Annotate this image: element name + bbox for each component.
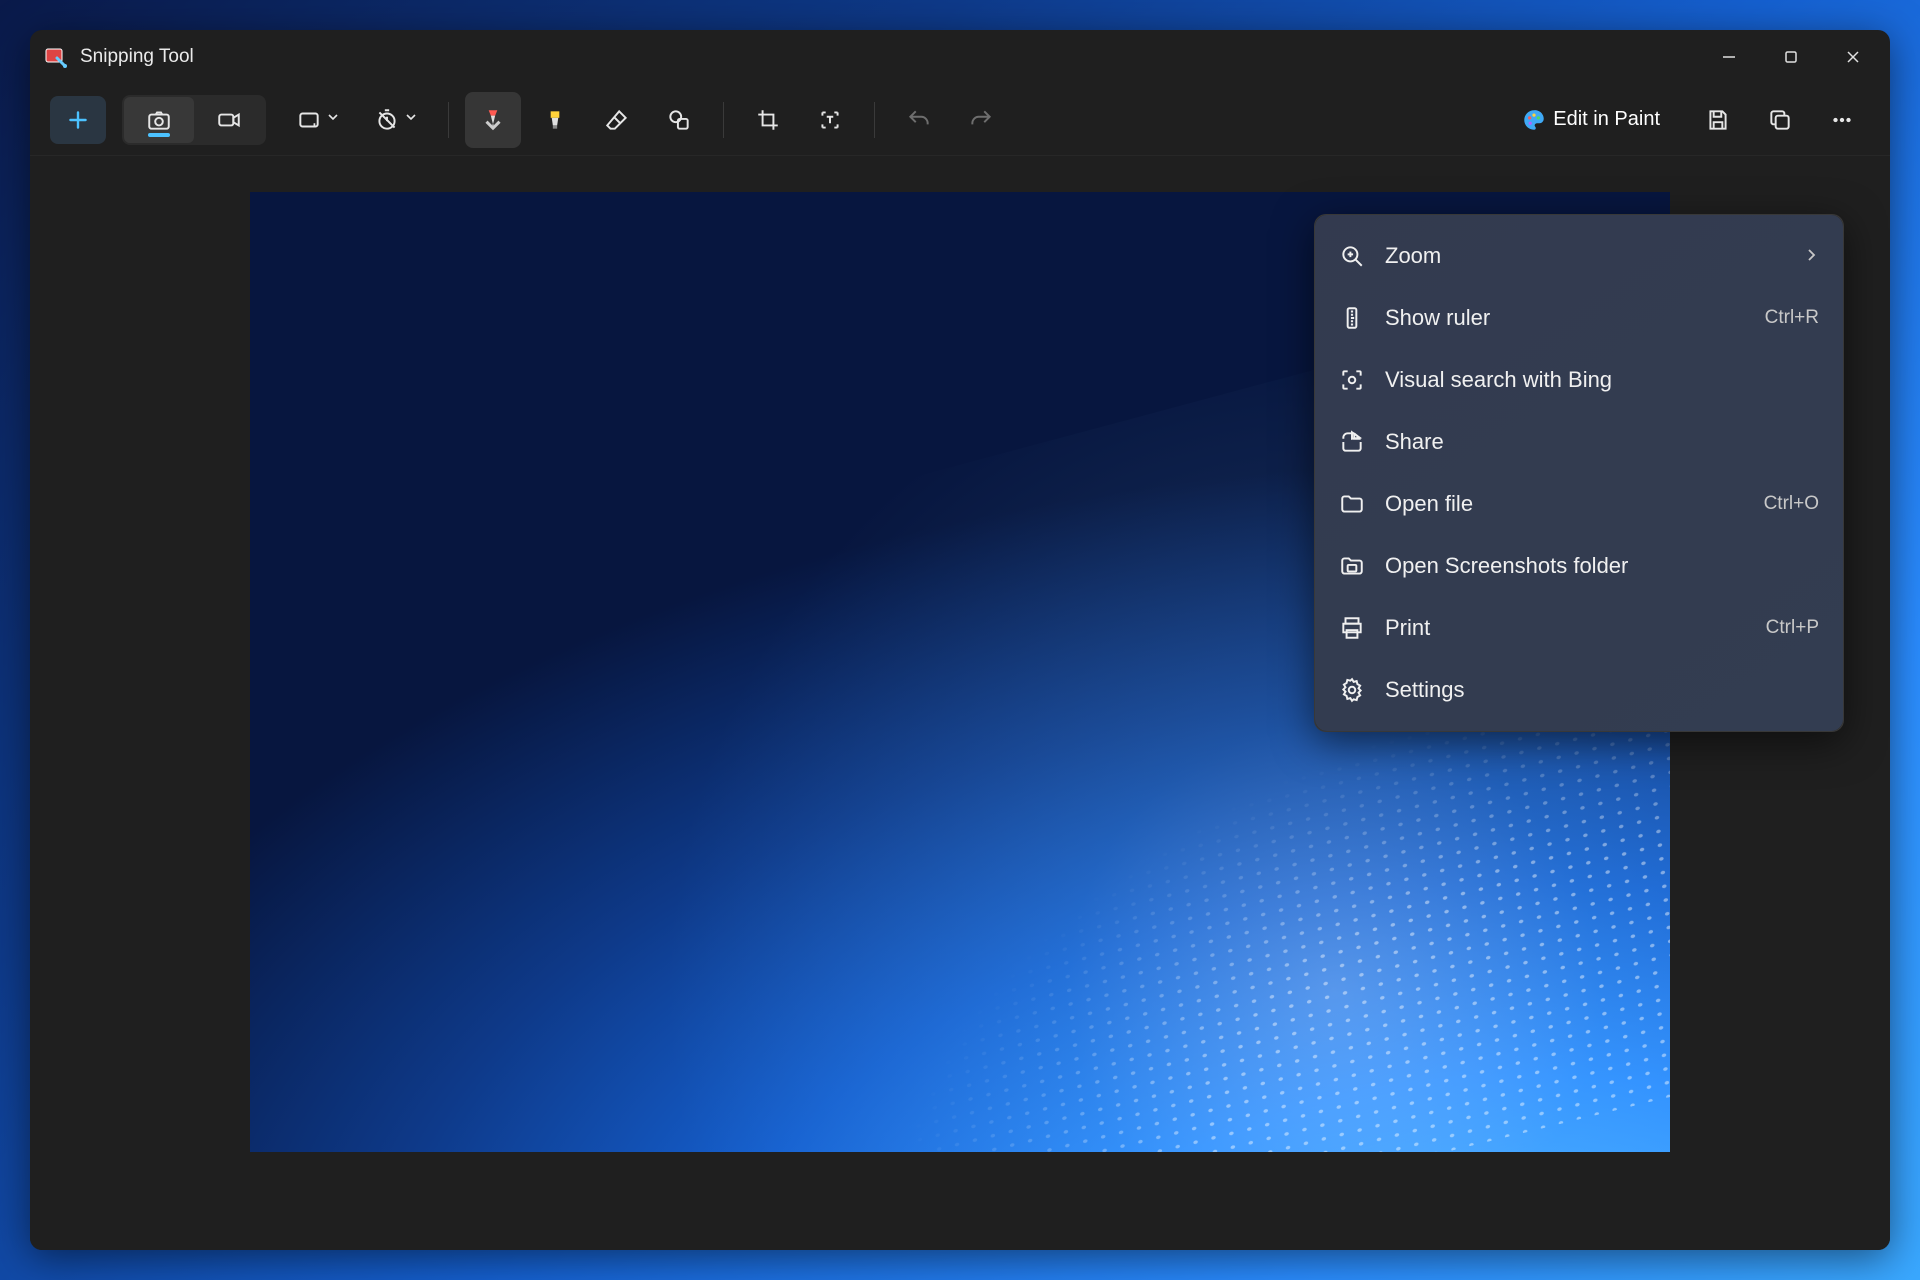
app-icon bbox=[44, 45, 68, 69]
copy-button[interactable] bbox=[1752, 96, 1808, 144]
app-window: Snipping Tool bbox=[30, 30, 1890, 1250]
redo-icon bbox=[968, 107, 994, 133]
eraser-tool-button[interactable] bbox=[589, 96, 645, 144]
video-icon bbox=[216, 107, 242, 133]
snip-mode-button[interactable] bbox=[124, 97, 194, 143]
toolbar-divider bbox=[723, 102, 724, 138]
timer-off-icon bbox=[374, 107, 400, 133]
print-icon bbox=[1339, 615, 1365, 641]
overflow-menu: Zoom Show ruler Ctrl+R Visual search wit… bbox=[1314, 214, 1844, 732]
share-icon bbox=[1339, 429, 1365, 455]
maximize-button[interactable] bbox=[1760, 34, 1822, 80]
chevron-down-icon bbox=[480, 113, 506, 144]
highlighter-icon bbox=[542, 107, 568, 133]
paint-palette-icon bbox=[1521, 107, 1547, 133]
chevron-down-icon bbox=[404, 110, 418, 129]
app-title: Snipping Tool bbox=[80, 46, 194, 68]
ruler-icon bbox=[1339, 305, 1365, 331]
camera-icon bbox=[146, 107, 172, 133]
menu-label: Print bbox=[1385, 615, 1746, 641]
menu-label: Share bbox=[1385, 429, 1819, 455]
close-button[interactable] bbox=[1822, 34, 1884, 80]
scan-search-icon bbox=[1339, 367, 1365, 393]
highlighter-tool-button[interactable] bbox=[527, 96, 583, 144]
shapes-tool-button[interactable] bbox=[651, 96, 707, 144]
menu-item-settings[interactable]: Settings bbox=[1321, 659, 1837, 721]
crop-icon bbox=[755, 107, 781, 133]
folder-icon bbox=[1339, 491, 1365, 517]
undo-icon bbox=[906, 107, 932, 133]
more-button[interactable] bbox=[1814, 96, 1870, 144]
menu-item-share[interactable]: Share bbox=[1321, 411, 1837, 473]
menu-shortcut: Ctrl+R bbox=[1765, 307, 1819, 329]
menu-item-show-ruler[interactable]: Show ruler Ctrl+R bbox=[1321, 287, 1837, 349]
menu-item-open-file[interactable]: Open file Ctrl+O bbox=[1321, 473, 1837, 535]
minimize-button[interactable] bbox=[1698, 34, 1760, 80]
titlebar: Snipping Tool bbox=[30, 30, 1890, 84]
record-mode-button[interactable] bbox=[194, 97, 264, 143]
menu-label: Show ruler bbox=[1385, 305, 1745, 331]
toolbar-divider bbox=[448, 102, 449, 138]
snip-shape-dropdown[interactable] bbox=[282, 96, 354, 144]
new-snip-button[interactable] bbox=[50, 96, 106, 144]
undo-button[interactable] bbox=[891, 96, 947, 144]
toolbar: Edit in Paint bbox=[30, 84, 1890, 156]
shapes-icon bbox=[666, 107, 692, 133]
pen-tool-button[interactable] bbox=[465, 92, 521, 148]
menu-item-visual-search[interactable]: Visual search with Bing bbox=[1321, 349, 1837, 411]
gear-icon bbox=[1339, 677, 1365, 703]
edit-in-paint-label: Edit in Paint bbox=[1547, 108, 1668, 131]
menu-item-zoom[interactable]: Zoom bbox=[1321, 225, 1837, 287]
text-actions-button[interactable] bbox=[802, 96, 858, 144]
menu-label: Open Screenshots folder bbox=[1385, 553, 1819, 579]
chevron-right-icon bbox=[1803, 243, 1819, 269]
mode-group bbox=[122, 95, 266, 145]
eraser-icon bbox=[604, 107, 630, 133]
edit-in-paint-button[interactable]: Edit in Paint bbox=[1505, 96, 1684, 144]
zoom-in-icon bbox=[1339, 243, 1365, 269]
menu-label: Settings bbox=[1385, 677, 1819, 703]
menu-shortcut: Ctrl+O bbox=[1764, 493, 1819, 515]
menu-label: Visual search with Bing bbox=[1385, 367, 1819, 393]
copy-icon bbox=[1767, 107, 1793, 133]
save-icon bbox=[1705, 107, 1731, 133]
crop-tool-button[interactable] bbox=[740, 96, 796, 144]
rectangle-icon bbox=[296, 107, 322, 133]
toolbar-divider bbox=[874, 102, 875, 138]
menu-shortcut: Ctrl+P bbox=[1766, 617, 1819, 639]
chevron-down-icon bbox=[326, 110, 340, 129]
delay-dropdown[interactable] bbox=[360, 96, 432, 144]
text-extract-icon bbox=[817, 107, 843, 133]
more-horizontal-icon bbox=[1829, 107, 1855, 133]
folder-image-icon bbox=[1339, 553, 1365, 579]
save-button[interactable] bbox=[1690, 96, 1746, 144]
redo-button[interactable] bbox=[953, 96, 1009, 144]
menu-label: Open file bbox=[1385, 491, 1744, 517]
menu-item-print[interactable]: Print Ctrl+P bbox=[1321, 597, 1837, 659]
menu-item-open-screenshots-folder[interactable]: Open Screenshots folder bbox=[1321, 535, 1837, 597]
selected-indicator bbox=[148, 133, 170, 137]
menu-label: Zoom bbox=[1385, 243, 1783, 269]
